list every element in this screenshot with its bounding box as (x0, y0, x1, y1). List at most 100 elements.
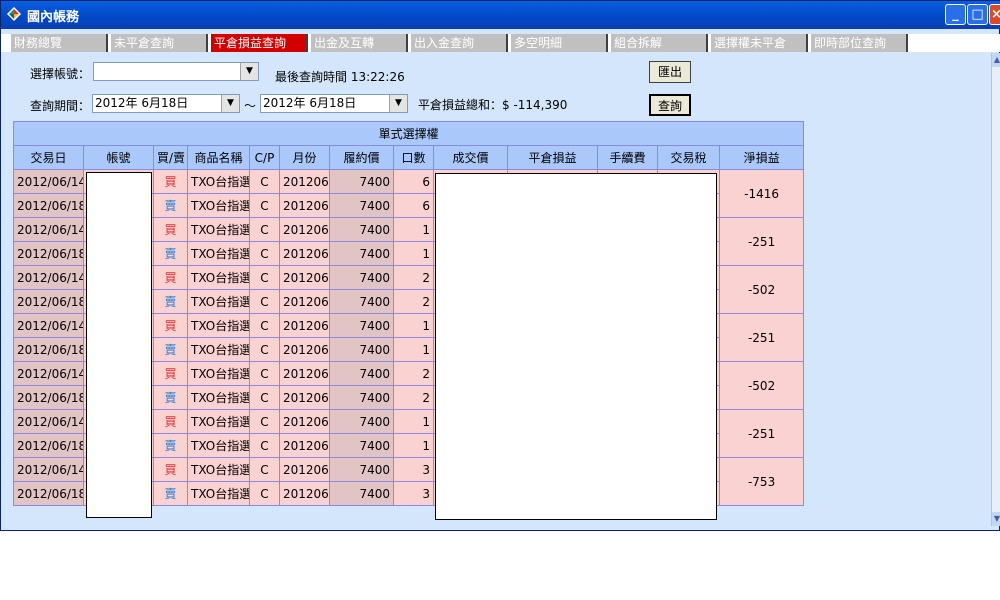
cell-strike: 7400 (329, 361, 394, 386)
cell-product: TXO台指選 (187, 361, 250, 386)
title-bar[interactable]: 國內帳務 _ □ × (1, 1, 1000, 29)
col-month[interactable]: 月份 (279, 145, 330, 170)
cell-buy-sell: 賣 (153, 289, 188, 314)
cell-product: TXO台指選 (187, 481, 250, 506)
cell-cp: C (249, 169, 280, 194)
col-trade-date[interactable]: 交易日 (13, 145, 84, 170)
cell-trade-date: 2012/06/14 (13, 313, 84, 338)
cell-strike: 7400 (329, 457, 394, 482)
cell-net-pl: -753 (718, 457, 805, 506)
tab-open-positions[interactable]: 未平倉查詢 (110, 34, 208, 52)
cell-product: TXO台指選 (187, 385, 250, 410)
cell-buy-sell: 賣 (153, 385, 188, 410)
date-to-picker[interactable]: 2012年 6月18日 ▼ (260, 94, 408, 113)
cell-product: TXO台指選 (187, 193, 250, 218)
period-label: 查詢期間： (30, 99, 91, 113)
cell-qty: 2 (393, 289, 434, 314)
cell-net-pl: -251 (718, 409, 805, 458)
cell-qty: 1 (393, 433, 434, 458)
cell-month: 201206 (279, 193, 330, 218)
col-closed-pl[interactable]: 平倉損益 (507, 145, 598, 170)
cell-month: 201206 (279, 289, 330, 314)
cell-qty: 6 (393, 193, 434, 218)
cell-buy-sell: 買 (153, 265, 188, 290)
tab-combo-split[interactable]: 組合拆解 (610, 34, 708, 52)
col-qty[interactable]: 口數 (393, 145, 434, 170)
tab-realtime-position[interactable]: 即時部位查詢 (810, 34, 908, 52)
cell-strike: 7400 (329, 241, 394, 266)
cell-strike: 7400 (329, 313, 394, 338)
cell-qty: 2 (393, 385, 434, 410)
cell-qty: 3 (393, 457, 434, 482)
col-product[interactable]: 商品名稱 (187, 145, 250, 170)
scroll-up-icon[interactable]: ▲ (992, 53, 1000, 67)
cell-qty: 2 (393, 361, 434, 386)
col-price[interactable]: 成交價 (433, 145, 508, 170)
cell-strike: 7400 (329, 217, 394, 242)
last-query-time: 最後查詢時間 13:22:26 (275, 70, 405, 84)
query-button[interactable]: 查詢 (649, 94, 691, 116)
cell-trade-date: 2012/06/14 (13, 361, 84, 386)
cell-trade-date: 2012/06/18 (13, 385, 84, 410)
minimize-button[interactable]: _ (945, 4, 966, 25)
vertical-scrollbar[interactable]: ▲ ▼ (991, 53, 1000, 526)
cell-strike: 7400 (329, 481, 394, 506)
export-button[interactable]: 匯出 (649, 61, 691, 83)
cell-net-pl: -1416 (718, 169, 805, 218)
col-buy-sell[interactable]: 買/賣 (153, 145, 188, 170)
tab-closed-pl[interactable]: 平倉損益查詢 (210, 34, 308, 52)
cell-cp: C (249, 289, 280, 314)
cell-buy-sell: 賣 (153, 241, 188, 266)
chevron-down-icon[interactable]: ▼ (389, 95, 407, 112)
tab-deposit-query[interactable]: 出入金查詢 (410, 34, 508, 52)
cell-cp: C (249, 433, 280, 458)
cell-buy-sell: 買 (153, 217, 188, 242)
cell-cp: C (249, 241, 280, 266)
tab-financial-overview[interactable]: 財務總覽 (10, 34, 108, 52)
main-window: 國內帳務 _ □ × 財務總覽 未平倉查詢 平倉損益查詢 出金及互轉 出入金查詢… (0, 0, 1000, 531)
cell-product: TXO台指選 (187, 433, 250, 458)
cell-qty: 1 (393, 409, 434, 434)
tab-withdraw-transfer[interactable]: 出金及互轉 (310, 34, 408, 52)
col-tax[interactable]: 交易稅 (657, 145, 720, 170)
account-select[interactable]: ▼ (93, 62, 259, 81)
col-strike[interactable]: 履約價 (329, 145, 394, 170)
cell-month: 201206 (279, 385, 330, 410)
cell-buy-sell: 買 (153, 409, 188, 434)
cell-buy-sell: 賣 (153, 337, 188, 362)
cell-strike: 7400 (329, 193, 394, 218)
tilde-separator: ～ (244, 99, 257, 113)
tab-options-open[interactable]: 選擇權未平倉 (710, 34, 808, 52)
cell-buy-sell: 買 (153, 313, 188, 338)
date-from-picker[interactable]: 2012年 6月18日 ▼ (92, 94, 240, 113)
cell-qty: 1 (393, 217, 434, 242)
cell-net-pl: -502 (718, 361, 805, 410)
cell-product: TXO台指選 (187, 313, 250, 338)
chevron-down-icon[interactable]: ▼ (240, 63, 258, 80)
chevron-down-icon[interactable]: ▼ (221, 95, 239, 112)
col-net-pl[interactable]: 淨損益 (718, 145, 805, 170)
cell-month: 201206 (279, 409, 330, 434)
maximize-button[interactable]: □ (967, 4, 988, 25)
cell-trade-date: 2012/06/18 (13, 481, 84, 506)
col-account[interactable]: 帳號 (83, 145, 154, 170)
cell-month: 201206 (279, 313, 330, 338)
cell-cp: C (249, 313, 280, 338)
cell-product: TXO台指選 (187, 169, 250, 194)
cell-month: 201206 (279, 337, 330, 362)
scroll-down-icon[interactable]: ▼ (992, 512, 1000, 526)
cell-trade-date: 2012/06/14 (13, 217, 84, 242)
cell-qty: 6 (393, 169, 434, 194)
app-logo-icon (7, 7, 21, 21)
cell-month: 201206 (279, 217, 330, 242)
tab-long-short[interactable]: 多空明細 (510, 34, 608, 52)
cell-cp: C (249, 337, 280, 362)
col-cp[interactable]: C/P (249, 145, 280, 170)
cell-trade-date: 2012/06/18 (13, 433, 84, 458)
cell-buy-sell: 賣 (153, 481, 188, 506)
cell-month: 201206 (279, 169, 330, 194)
cell-product: TXO台指選 (187, 265, 250, 290)
close-button[interactable]: × (989, 4, 1000, 25)
cell-trade-date: 2012/06/18 (13, 337, 84, 362)
col-fee[interactable]: 手續費 (597, 145, 658, 170)
